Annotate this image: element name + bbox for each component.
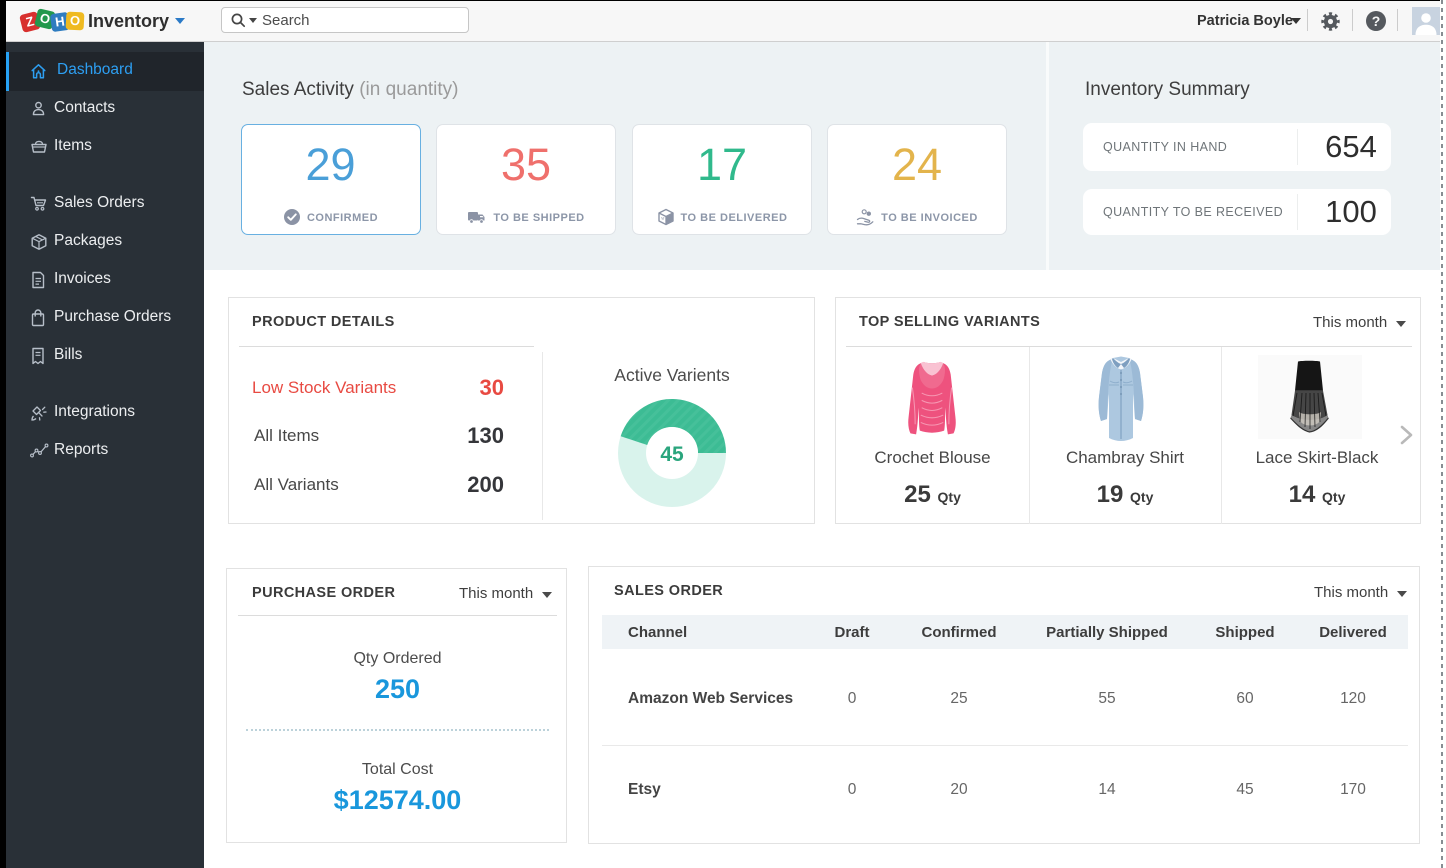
- svg-text:45: 45: [660, 443, 684, 466]
